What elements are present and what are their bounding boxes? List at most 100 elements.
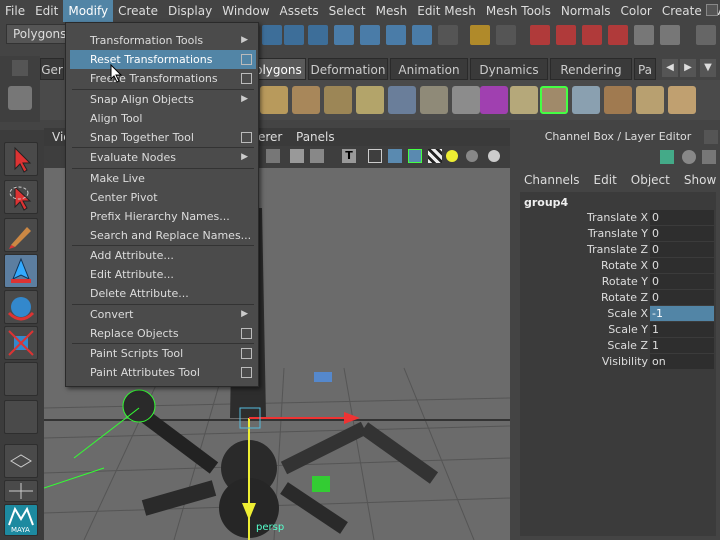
help-icon[interactable]	[438, 25, 458, 45]
attribute-row[interactable]: Scale Z1	[520, 338, 716, 354]
shelf-scroll-left-icon[interactable]: ◀	[662, 59, 678, 77]
film-gate-icon[interactable]	[290, 149, 304, 163]
menu-item-align-tool[interactable]: Align Tool	[70, 109, 256, 128]
attribute-value-field[interactable]: 0	[650, 242, 714, 257]
menu-window[interactable]: Window	[217, 0, 274, 22]
attribute-row[interactable]: Rotate Y0	[520, 274, 716, 290]
clapper-icon[interactable]	[696, 25, 716, 45]
menu-mesh-tools[interactable]: Mesh Tools	[481, 0, 556, 22]
menu-item-reset-transformations[interactable]: Reset Transformations	[70, 50, 256, 69]
shelf-tab-pa[interactable]: Pa	[634, 58, 656, 80]
menu-item-add-attribute[interactable]: Add Attribute...	[70, 246, 256, 265]
shelf-scroll-right-icon[interactable]: ▶	[680, 59, 696, 77]
wireframe-icon[interactable]	[368, 149, 382, 163]
select-hierarchy-icon[interactable]	[262, 25, 282, 45]
attribute-row[interactable]: Scale X -1	[520, 306, 716, 322]
shelf-menu-icon[interactable]: ▼	[700, 59, 716, 77]
lock-icon[interactable]	[470, 25, 490, 45]
bevel-icon[interactable]	[572, 86, 600, 114]
paint-select-tool-icon[interactable]	[4, 218, 38, 252]
channel-box-menu-edit[interactable]: Edit	[586, 170, 617, 190]
move-tool-icon[interactable]	[4, 254, 38, 288]
select-component-icon[interactable]	[308, 25, 328, 45]
menu-item-search-and-replace-names[interactable]: Search and Replace Names...	[70, 226, 256, 245]
attribute-row[interactable]: Rotate Z0	[520, 290, 716, 306]
attribute-row[interactable]: Translate Z0	[520, 242, 716, 258]
boolean-icon[interactable]	[452, 86, 480, 114]
attribute-value-field[interactable]: 0	[650, 274, 714, 289]
menu-assets[interactable]: Assets	[275, 0, 324, 22]
snap-point-icon[interactable]	[386, 25, 406, 45]
bridge-icon[interactable]	[540, 86, 568, 114]
render-settings-icon[interactable]	[660, 25, 680, 45]
menu-select[interactable]: Select	[324, 0, 371, 22]
magnet-surface-icon[interactable]	[608, 25, 628, 45]
magnet-curve-icon[interactable]	[556, 25, 576, 45]
lasso-tool-icon[interactable]	[4, 180, 38, 214]
menu-edit-mesh[interactable]: Edit Mesh	[412, 0, 481, 22]
menu-mesh[interactable]: Mesh	[371, 0, 413, 22]
menu-item-transformation-tools[interactable]: Transformation Tools ▶	[70, 31, 256, 50]
viewport-menu-panels[interactable]: Panels	[296, 130, 335, 144]
grid-toggle-icon[interactable]	[266, 149, 280, 163]
attribute-value-field[interactable]: 1	[650, 322, 714, 337]
four-view-layout-icon[interactable]	[4, 480, 38, 502]
shelf-gear-icon[interactable]	[8, 86, 32, 110]
cube-icon[interactable]	[636, 86, 664, 114]
shelf-tab-ger[interactable]: Ger	[40, 58, 64, 80]
render-icon[interactable]	[634, 25, 654, 45]
option-box-icon[interactable]	[241, 131, 252, 143]
scale-tool-icon[interactable]	[4, 326, 38, 360]
extrude-icon[interactable]	[510, 86, 538, 114]
magnet-point-icon[interactable]	[582, 25, 602, 45]
attribute-row[interactable]: Scale Y1	[520, 322, 716, 338]
attribute-value-field[interactable]: 0	[650, 290, 714, 305]
channel-box-menu-channels[interactable]: Channels	[516, 170, 580, 190]
window-corner-button[interactable]	[706, 4, 718, 16]
shelf-tab-animation[interactable]: Animation	[390, 58, 468, 80]
uv-icon[interactable]	[668, 86, 696, 114]
snap-grid-icon[interactable]	[334, 25, 354, 45]
menu-display[interactable]: Display	[163, 0, 217, 22]
menu-modify[interactable]: Modify	[63, 0, 114, 22]
channel-box-speed-icon[interactable]	[682, 150, 696, 164]
shelf-tab-dynamics[interactable]: Dynamics	[470, 58, 548, 80]
textured-icon[interactable]	[428, 149, 442, 163]
smooth-shade-icon[interactable]	[388, 149, 402, 163]
menu-item-delete-attribute[interactable]: Delete Attribute...	[70, 284, 256, 303]
menu-item-replace-objects[interactable]: Replace Objects	[70, 324, 256, 343]
rotate-tool-icon[interactable]	[4, 290, 38, 324]
menu-file[interactable]: File	[0, 0, 30, 22]
merge-icon[interactable]	[604, 86, 632, 114]
smooth-icon[interactable]	[480, 86, 508, 114]
attribute-value-field[interactable]: -1	[650, 306, 714, 321]
attribute-value-field[interactable]: 1	[650, 338, 714, 353]
channel-box-move-icon[interactable]	[660, 150, 674, 164]
shelf-options-icon[interactable]	[12, 60, 28, 76]
separate-icon[interactable]	[420, 86, 448, 114]
selection-box-icon[interactable]	[496, 25, 516, 45]
attribute-value-field[interactable]: 0	[650, 226, 714, 241]
menu-item-paint-scripts-tool[interactable]: Paint Scripts Tool	[70, 344, 256, 363]
viewport-menu-renderer[interactable]: erer	[258, 130, 282, 144]
attribute-value-field[interactable]: 0	[650, 210, 714, 225]
attribute-row[interactable]: Translate Y0	[520, 226, 716, 242]
channel-box-settings-icon[interactable]	[702, 150, 716, 164]
attribute-row[interactable]: Translate X0	[520, 210, 716, 226]
snap-curve-icon[interactable]	[360, 25, 380, 45]
menu-item-convert[interactable]: Convert ▶	[70, 305, 256, 324]
attribute-value-field[interactable]: 0	[650, 258, 714, 273]
menu-item-prefix-hierarchy-names[interactable]: Prefix Hierarchy Names...	[70, 207, 256, 226]
poly-plane-icon[interactable]	[356, 86, 384, 114]
use-lights-icon[interactable]	[446, 150, 458, 162]
snap-view-icon[interactable]	[412, 25, 432, 45]
menu-item-paint-attributes-tool[interactable]: Paint Attributes Tool	[70, 363, 256, 382]
menu-item-snap-together-tool[interactable]: Snap Together Tool	[70, 128, 256, 147]
menu-item-make-live[interactable]: Make Live	[70, 169, 256, 188]
option-box-icon[interactable]	[241, 73, 252, 84]
poly-cylinder-icon[interactable]	[292, 86, 320, 114]
last-tool-icon[interactable]	[4, 362, 38, 396]
menu-item-freeze-transformations[interactable]: Freeze Transformations	[70, 69, 256, 88]
resolution-gate-icon[interactable]	[310, 149, 324, 163]
combine-icon[interactable]	[388, 86, 416, 114]
